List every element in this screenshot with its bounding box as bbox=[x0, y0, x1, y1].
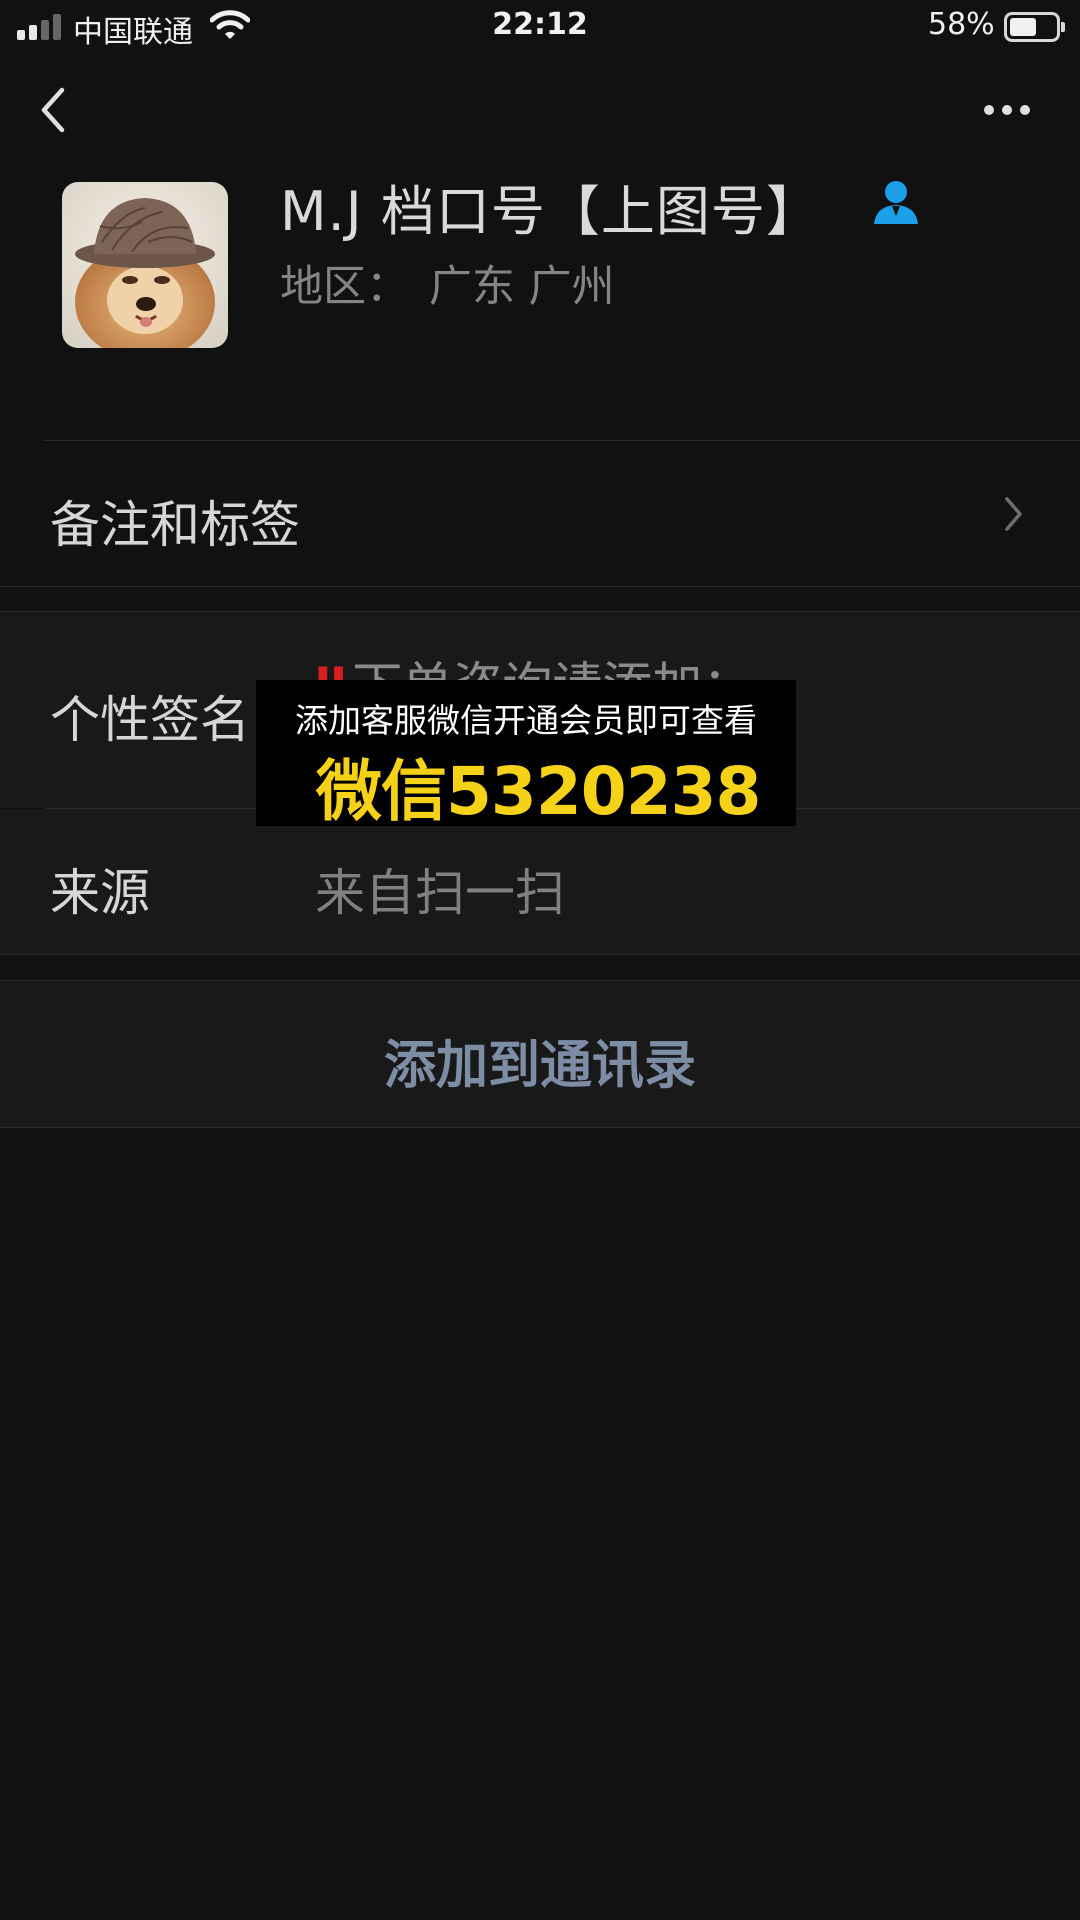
chevron-right-icon bbox=[1005, 497, 1022, 531]
more-horizontal-icon bbox=[984, 105, 1030, 115]
section-gap bbox=[0, 587, 1080, 611]
section-gap bbox=[0, 955, 1080, 980]
remarks-label: 备注和标签 bbox=[50, 496, 300, 554]
promo-caption: 添加客服微信开通会员即可查看 bbox=[295, 701, 757, 740]
status-time: 22:12 bbox=[492, 7, 588, 42]
add-to-contacts-button[interactable]: 添加到通讯录 bbox=[0, 981, 1080, 1127]
status-bar: 中国联通 22:12 58% bbox=[0, 0, 1080, 54]
back-button[interactable] bbox=[32, 80, 82, 140]
profile-name: M.J 档口号【上图号】 bbox=[280, 180, 821, 243]
battery-percent: 58% bbox=[928, 7, 995, 42]
person-icon bbox=[870, 178, 922, 226]
signature-label: 个性签名 bbox=[50, 691, 250, 749]
promo-overlay: 添加客服微信开通会员即可查看 微信5320238 bbox=[256, 680, 796, 830]
battery-tip bbox=[1061, 22, 1065, 32]
add-to-contacts-label: 添加到通讯录 bbox=[383, 1036, 696, 1096]
source-value: 来自扫一扫 bbox=[315, 864, 565, 922]
divider bbox=[0, 1127, 1080, 1128]
dog-in-hat-avatar-image bbox=[62, 182, 228, 348]
profile-region: 地区： 广东 广州 bbox=[280, 252, 615, 314]
more-options-button[interactable] bbox=[978, 90, 1048, 130]
region-label: 地区： bbox=[280, 262, 409, 312]
contact-profile-screen: 中国联通 22:12 58% M.J 档口号【上图号】 地区： 广东 广州 备注… bbox=[0, 0, 1080, 1920]
remarks-and-tags-row[interactable]: 备注和标签 bbox=[0, 441, 1080, 586]
source-label: 来源 bbox=[50, 864, 150, 922]
chevron-left-icon bbox=[41, 87, 65, 133]
battery-icon bbox=[1004, 12, 1060, 42]
avatar[interactable] bbox=[62, 182, 228, 348]
promo-wechat-id: 微信5320238 bbox=[316, 753, 761, 830]
region-value: 广东 广州 bbox=[429, 262, 615, 312]
battery-level-fill bbox=[1010, 18, 1036, 36]
